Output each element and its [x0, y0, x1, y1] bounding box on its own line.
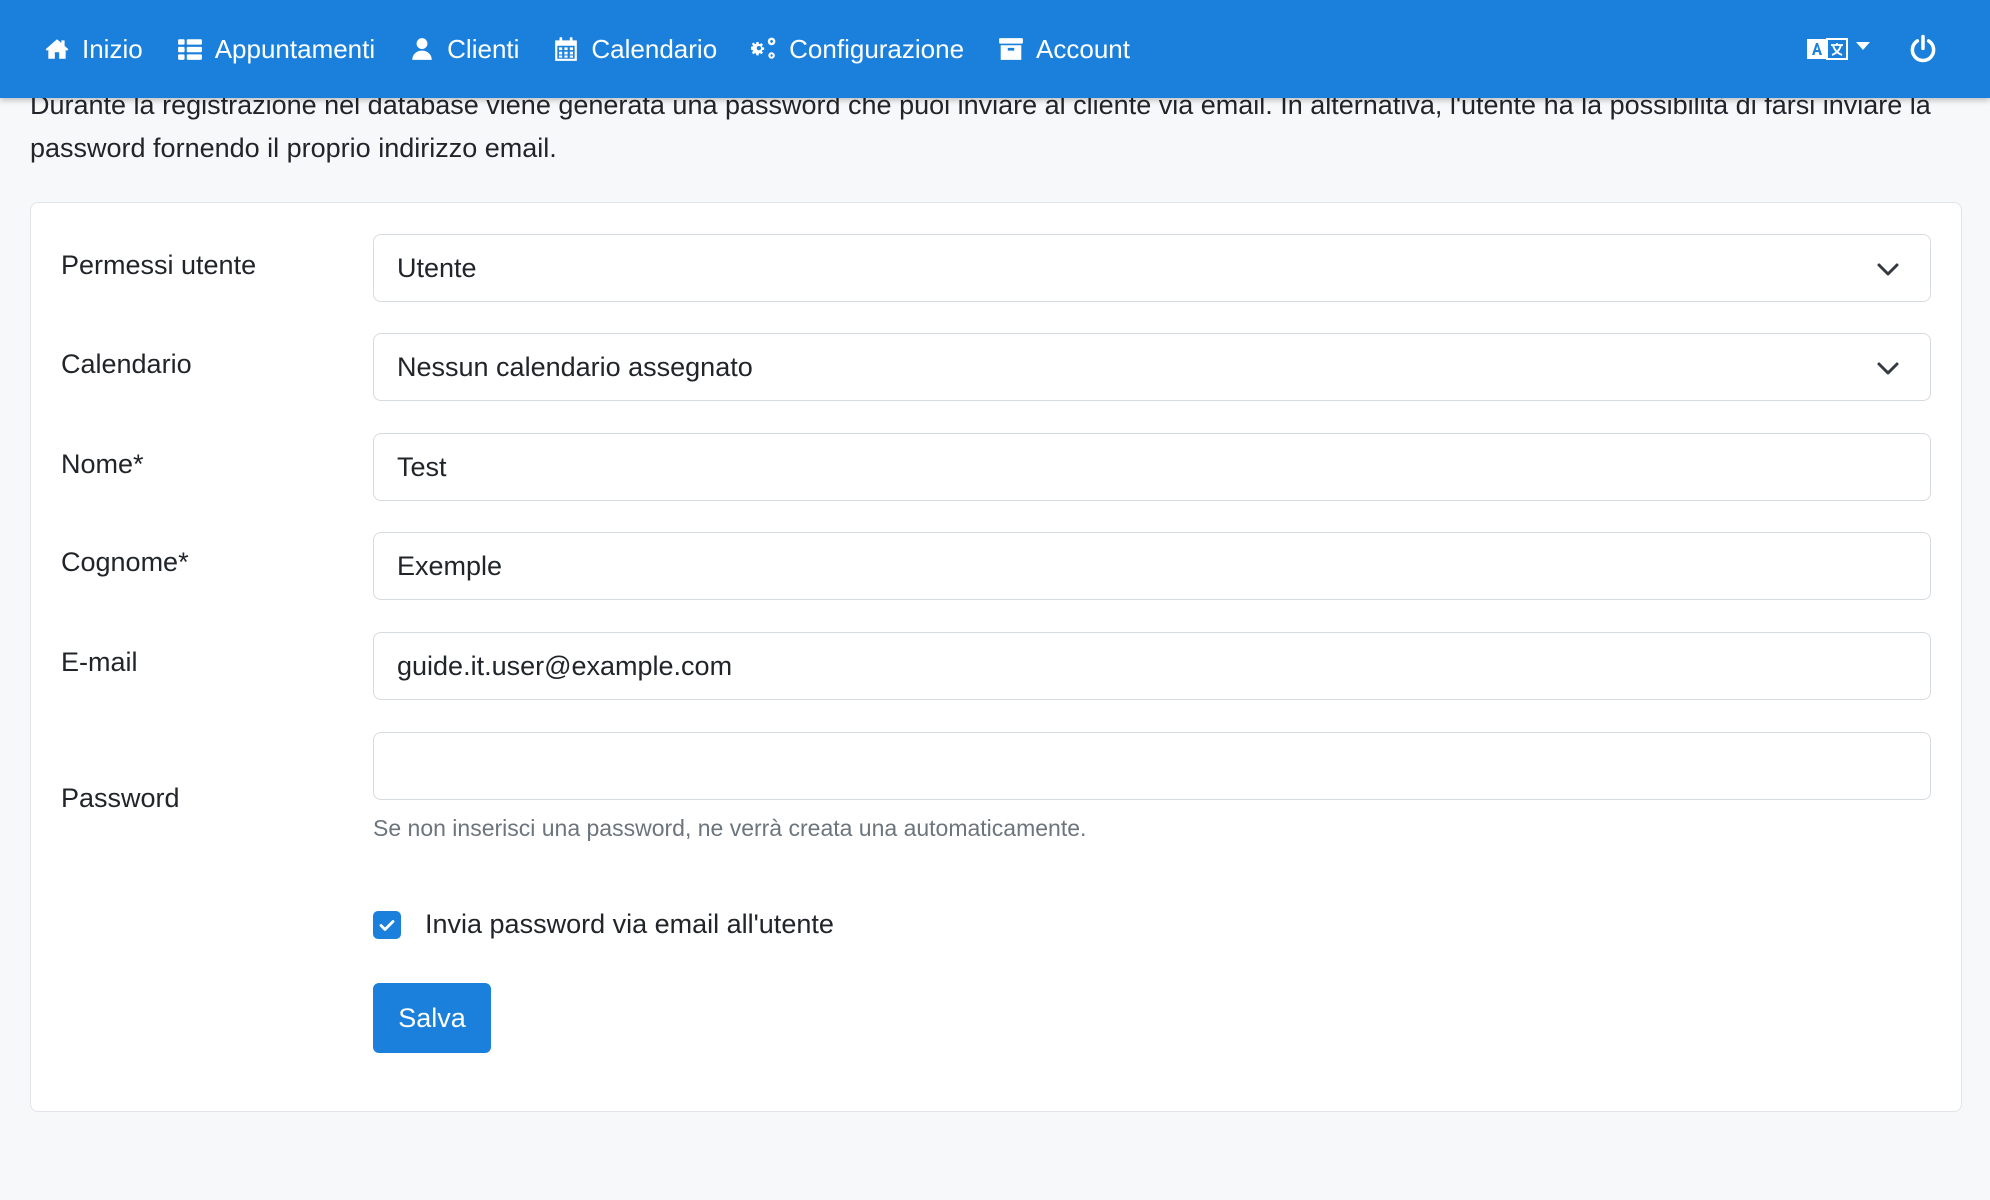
permissions-label: Permessi utente	[61, 250, 257, 280]
send-password-checkbox-row[interactable]: Invia password via email all'utente	[373, 909, 834, 940]
nav-item-label: Account	[1036, 33, 1130, 64]
calendar-select[interactable]: Nessun calendario assegnato	[373, 333, 1931, 401]
last-name-label: Cognome*	[61, 547, 189, 577]
password-hint: Se non inserisci una password, ne verrà …	[373, 815, 1087, 841]
last-name-input[interactable]: Exemple	[373, 532, 1931, 600]
chevron-down-icon	[1856, 42, 1870, 50]
permissions-select[interactable]: Utente	[373, 234, 1931, 302]
language-icon	[1806, 37, 1848, 61]
password-input[interactable]	[373, 732, 1931, 800]
nav-item-account[interactable]: Account	[998, 34, 1130, 65]
home-icon	[44, 36, 70, 62]
password-label: Password	[61, 783, 180, 813]
calendar-label: Calendario	[61, 349, 192, 379]
power-icon[interactable]	[1908, 34, 1938, 64]
nav-item-label: Configurazione	[789, 33, 965, 64]
archive-icon	[998, 36, 1024, 62]
save-button[interactable]: Salva	[373, 983, 491, 1053]
check-icon	[379, 919, 395, 931]
first-name-value: Test	[397, 451, 447, 482]
last-name-value: Exemple	[397, 550, 503, 581]
nav-item-inizio[interactable]: Inizio	[44, 34, 143, 65]
nav-item-label: Calendario	[591, 33, 718, 64]
user-icon	[409, 36, 435, 62]
chevron-down-icon	[1876, 258, 1900, 280]
nav-item-label: Appuntamenti	[214, 33, 376, 64]
user-form-card: Permessi utente Utente Calendario Nessun…	[30, 202, 1962, 1112]
nav-item-appuntamenti[interactable]: Appuntamenti	[177, 34, 375, 65]
nav-item-clienti[interactable]: Clienti	[409, 34, 519, 65]
email-value: guide.it.user@example.com	[397, 650, 733, 681]
chevron-down-icon	[1876, 357, 1900, 379]
permissions-value: Utente	[397, 252, 477, 283]
nav-item-configurazione[interactable]: Configurazione	[751, 34, 964, 65]
top-navbar: Inizio Appuntamenti Clienti Calendario C…	[0, 0, 1990, 98]
send-password-checkbox[interactable]	[373, 910, 401, 939]
nav-item-label: Clienti	[447, 33, 520, 64]
first-name-label: Nome*	[61, 449, 144, 479]
language-dropdown[interactable]	[1806, 37, 1870, 61]
send-password-label: Invia password via email all'utente	[425, 909, 834, 939]
nav-item-label: Inizio	[82, 33, 143, 64]
list-icon	[177, 36, 203, 62]
gears-icon	[751, 36, 777, 62]
calendar-icon	[553, 36, 579, 62]
email-input[interactable]: guide.it.user@example.com	[373, 632, 1931, 700]
navbar-right	[1806, 0, 1990, 98]
nav-item-calendario[interactable]: Calendario	[553, 34, 717, 65]
email-label: E-mail	[61, 647, 138, 677]
first-name-input[interactable]: Test	[373, 433, 1931, 501]
calendar-value: Nessun calendario assegnato	[397, 351, 753, 382]
